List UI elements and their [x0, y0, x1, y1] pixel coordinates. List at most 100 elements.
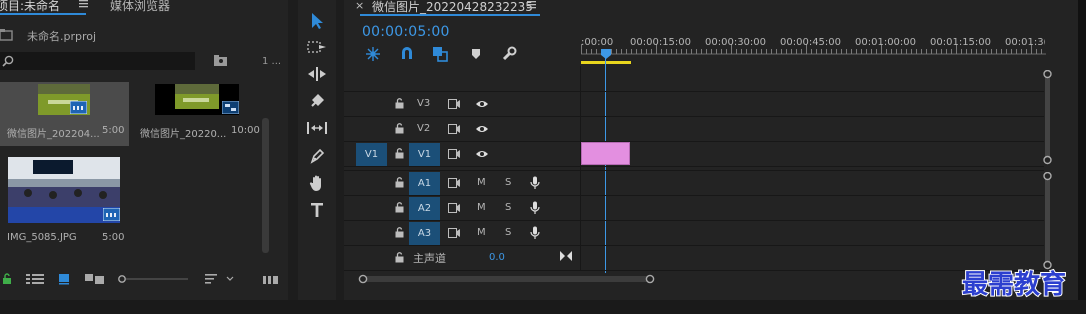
timeline-horizontal-scrollbar[interactable] [358, 274, 658, 284]
track-target-a1[interactable]: A1 [409, 172, 440, 195]
work-area-bar[interactable] [581, 61, 631, 64]
track-header-v1[interactable]: V1 V1 [344, 142, 581, 166]
track-target-a3[interactable]: A3 [409, 222, 440, 245]
eye-icon[interactable] [475, 149, 489, 159]
track-lock-icon[interactable] [395, 148, 404, 159]
status-bar [0, 300, 1086, 314]
search-icon [2, 55, 14, 67]
track-header-a1[interactable]: A1 M S [344, 171, 581, 195]
eye-icon[interactable] [475, 124, 489, 134]
ruler-label: 00:01:15:00 [930, 37, 992, 48]
track-lock-icon[interactable] [395, 227, 404, 238]
ruler-label: 00:01:00:00 [855, 37, 917, 48]
active-tab-underline [0, 13, 86, 15]
track-target-a2[interactable]: A2 [409, 197, 440, 220]
watermark-logo: 最需教育 [961, 269, 1067, 301]
ripple-edit-tool-icon[interactable] [298, 63, 336, 85]
time-ruler[interactable] [581, 30, 1046, 66]
item-count: 1 ... [262, 56, 282, 67]
video-vertical-scrollbar[interactable] [1043, 70, 1052, 165]
clip-duration: 5:00 [102, 232, 125, 243]
ruler-label: 00:00:45:00 [780, 37, 842, 48]
ruler-label: 00:00:15:00 [630, 37, 692, 48]
active-tab-underline [360, 14, 540, 16]
tab-project[interactable]: 项目:未命名 [0, 0, 60, 14]
automate-to-sequence-icon[interactable] [263, 275, 279, 285]
mute-button[interactable]: M [477, 202, 486, 213]
track-header-a2[interactable]: A2 M S [344, 196, 581, 220]
tab-media-browser[interactable]: 媒体浏览器 [110, 0, 170, 14]
project-scrollbar[interactable] [262, 118, 269, 253]
close-tab-icon[interactable]: × [355, 0, 364, 12]
playhead-handle-icon[interactable] [600, 48, 612, 60]
add-marker-icon[interactable] [471, 48, 481, 60]
type-tool-icon[interactable] [298, 199, 336, 221]
clip-duration: 5:00 [102, 125, 125, 136]
track-lock-icon[interactable] [395, 202, 404, 213]
search-input[interactable] [0, 52, 195, 70]
selection-tool-icon[interactable] [298, 10, 336, 32]
track-header-a3[interactable]: A3 M S [344, 221, 581, 245]
track-lock-icon[interactable] [395, 177, 404, 188]
sync-lock-icon[interactable] [448, 99, 460, 109]
eye-icon[interactable] [475, 99, 489, 109]
sync-lock-icon[interactable] [448, 228, 460, 238]
expand-track-icon[interactable] [560, 251, 572, 261]
sync-lock-icon[interactable] [448, 178, 460, 188]
solo-button[interactable]: S [505, 202, 511, 213]
playhead-timecode[interactable]: 00:00:05:00 [362, 24, 450, 40]
clip-name: 微信图片_202204... [7, 129, 100, 140]
razor-tool-icon[interactable] [298, 90, 336, 112]
lock-icon[interactable] [2, 273, 12, 285]
sync-lock-icon[interactable] [448, 203, 460, 213]
snap-magnet-icon[interactable] [400, 46, 414, 60]
clip-duration: 10:00 [231, 125, 260, 136]
mute-button[interactable]: M [477, 177, 486, 188]
track-header-master[interactable]: 主声道 0.0 [344, 246, 581, 270]
track-lock-icon[interactable] [395, 252, 404, 263]
track-lock-icon[interactable] [395, 98, 404, 109]
timeline-settings-wrench-icon[interactable] [501, 46, 517, 62]
slip-tool-icon[interactable] [298, 117, 336, 139]
solo-button[interactable]: S [505, 177, 511, 188]
solo-button[interactable]: S [505, 227, 511, 238]
track-lock-icon[interactable] [395, 123, 404, 134]
microphone-icon[interactable] [530, 226, 540, 240]
project-panel: 项目:未命名 媒体浏览器 未命名.prproj 1 ... 微信图片_20220… [0, 0, 288, 300]
icon-view-icon[interactable] [58, 273, 70, 285]
sync-lock-icon[interactable] [448, 149, 460, 159]
nest-sequence-icon[interactable] [365, 46, 381, 62]
source-patch-v1[interactable]: V1 [356, 143, 387, 166]
linked-selection-icon[interactable] [432, 46, 448, 62]
mute-button[interactable]: M [477, 227, 486, 238]
project-file-name: 未命名.prproj [27, 30, 97, 43]
sequence-tab[interactable]: 微信图片_20220428232235 [372, 0, 533, 15]
clip-name: 微信图片_20220... [140, 129, 227, 140]
master-volume-value[interactable]: 0.0 [489, 252, 505, 263]
panel-menu-icon[interactable] [78, 0, 90, 10]
microphone-icon[interactable] [530, 176, 540, 190]
sync-lock-icon[interactable] [448, 124, 460, 134]
track-header-v3[interactable]: V3 [344, 92, 581, 116]
master-track-name: 主声道 [413, 252, 446, 265]
tools-panel [298, 0, 336, 300]
sort-icons-icon[interactable] [205, 273, 235, 285]
sequence-badge-icon [70, 101, 87, 114]
microphone-icon[interactable] [530, 201, 540, 215]
ruler-label: 00:01:3( [1005, 37, 1045, 48]
divider [344, 166, 1044, 167]
track-header-v2[interactable]: V2 [344, 117, 581, 141]
image-badge-icon [103, 208, 120, 221]
zoom-slider[interactable] [118, 275, 188, 283]
track-target-v1[interactable]: V1 [409, 143, 440, 166]
hand-tool-icon[interactable] [298, 172, 336, 194]
timeline-clip[interactable] [581, 142, 630, 165]
audio-vertical-scrollbar[interactable] [1043, 172, 1052, 270]
track-select-tool-icon[interactable] [298, 36, 336, 58]
pen-tool-icon[interactable] [298, 145, 336, 167]
track-name: V3 [417, 98, 431, 109]
list-view-icon[interactable] [26, 274, 44, 284]
freeform-view-icon[interactable] [85, 273, 105, 285]
new-search-bin-icon[interactable] [213, 55, 229, 67]
panel-menu-icon[interactable] [526, 0, 538, 11]
